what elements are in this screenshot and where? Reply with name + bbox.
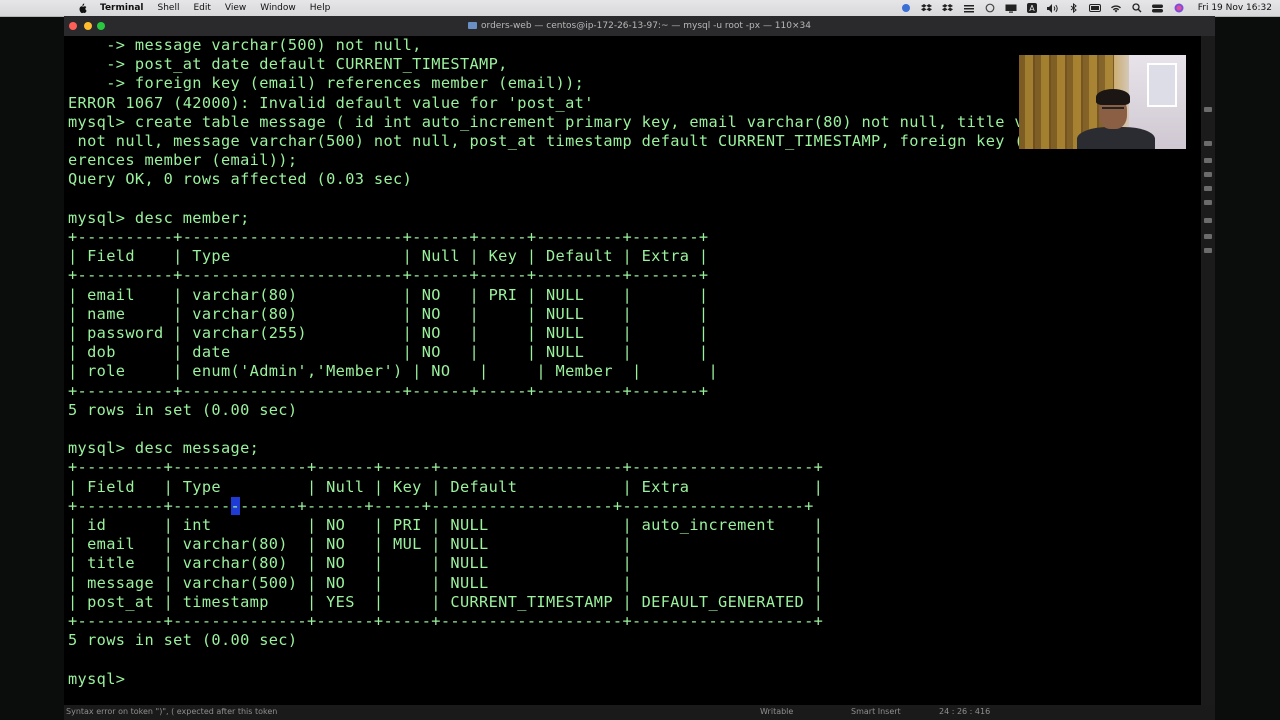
gutter-marker bbox=[1204, 141, 1212, 146]
terminal-line: | email | varchar(80) | NO | PRI | NULL … bbox=[68, 285, 709, 304]
terminal-line: | title | varchar(80) | NO | | NULL | | bbox=[68, 554, 824, 573]
input-source-icon[interactable]: A bbox=[1026, 3, 1038, 13]
gutter-marker bbox=[1204, 248, 1212, 253]
control-center-icon[interactable] bbox=[1152, 3, 1164, 13]
terminal-line: -> post_at date default CURRENT_TIMESTAM… bbox=[68, 55, 508, 74]
terminal-line: +----------+-----------------------+----… bbox=[68, 381, 709, 400]
menu-help[interactable]: Help bbox=[310, 3, 331, 13]
terminal-line: Query OK, 0 rows affected (0.03 sec) bbox=[68, 170, 413, 189]
status-insert-mode: Smart Insert bbox=[851, 707, 901, 716]
terminal-line: | name | varchar(80) | NO | | NULL | | bbox=[68, 304, 709, 323]
terminal-line: | role | enum('Admin','Member') | NO | |… bbox=[68, 362, 719, 381]
terminal-line: not null, message varchar(500) not null,… bbox=[68, 132, 1120, 150]
status-message: Syntax error on token ")", ( expected af… bbox=[66, 707, 278, 716]
text-cursor: - bbox=[230, 496, 241, 515]
terminal-line: | Field | Type | Null | Key | Default | … bbox=[68, 477, 824, 496]
bluetooth-icon[interactable] bbox=[1068, 3, 1080, 13]
terminal-line: | password | varchar(255) | NO | | NULL … bbox=[68, 324, 709, 342]
apple-icon[interactable] bbox=[76, 2, 88, 14]
window-title: orders-web — centos@ip-172-26-13-97:~ — … bbox=[64, 16, 1215, 36]
terminal-line: -> message varchar(500) not null, bbox=[68, 36, 422, 54]
gutter-marker bbox=[1204, 158, 1212, 163]
gutter-marker bbox=[1204, 172, 1212, 177]
terminal-line: +---------+--------------+------+-----+-… bbox=[68, 458, 824, 477]
gutter-marker bbox=[1204, 218, 1212, 223]
terminal-line: ERROR 1067 (42000): Invalid default valu… bbox=[68, 93, 594, 112]
terminal-line: | message | varchar(500) | NO | | NULL |… bbox=[68, 573, 824, 592]
terminal-line: | dob | date | NO | | NULL | | bbox=[68, 343, 709, 362]
gutter-marker bbox=[1204, 200, 1212, 205]
terminal-line: +----------+-----------------------+----… bbox=[68, 266, 709, 285]
menu-edit[interactable]: Edit bbox=[193, 3, 210, 13]
gutter-marker bbox=[1204, 186, 1212, 191]
menu-view[interactable]: View bbox=[225, 3, 246, 13]
terminal-line: | post_at | timestamp | YES | | CURRENT_… bbox=[68, 592, 824, 611]
dropbox-icon[interactable] bbox=[942, 3, 954, 13]
terminal-line: | email | varchar(80) | NO | MUL | NULL … bbox=[68, 535, 824, 554]
webcam-person-hair bbox=[1096, 89, 1130, 105]
terminal-line: mysql> desc message; bbox=[68, 439, 260, 458]
display-icon[interactable] bbox=[1005, 3, 1017, 13]
gutter-marker bbox=[1204, 107, 1212, 112]
webcam-window bbox=[1147, 63, 1177, 107]
menu-bar: Terminal Shell Edit View Window Help A F… bbox=[0, 0, 1280, 17]
terminal-line: erences member (email)); bbox=[68, 151, 298, 170]
svg-text:A: A bbox=[1029, 4, 1035, 13]
window-titlebar[interactable]: orders-web — centos@ip-172-26-13-97:~ — … bbox=[64, 16, 1215, 36]
terminal-line: | Field | Type | Null | Key | Default | … bbox=[68, 247, 709, 266]
terminal-line: +---------+--------------+------+-----+-… bbox=[68, 612, 824, 630]
scroll-gutter[interactable] bbox=[1201, 36, 1215, 705]
menu-terminal[interactable]: Terminal bbox=[100, 3, 144, 13]
status-menu-area: A Fri 19 Nov 16:32 bbox=[900, 0, 1272, 16]
siri-icon[interactable] bbox=[1173, 3, 1185, 13]
terminal-line: 5 rows in set (0.00 sec) bbox=[68, 631, 298, 650]
terminal-line: 5 rows in set (0.00 sec) bbox=[68, 400, 298, 419]
menu-bar-clock[interactable]: Fri 19 Nov 16:32 bbox=[1198, 3, 1272, 13]
bars-icon[interactable] bbox=[963, 3, 975, 13]
terminal-line: mysql> desc member; bbox=[68, 208, 250, 227]
gutter-marker bbox=[1204, 234, 1212, 239]
terminal-line: mysql> create table message ( id int aut… bbox=[68, 112, 1120, 131]
window-title-text: orders-web — centos@ip-172-26-13-97:~ — … bbox=[481, 21, 811, 31]
spotlight-icon[interactable] bbox=[1131, 3, 1143, 13]
wifi-icon[interactable] bbox=[1110, 3, 1122, 13]
menu-window[interactable]: Window bbox=[260, 3, 296, 13]
pin-icon[interactable] bbox=[900, 3, 912, 13]
status-cursor-position: 24 : 26 : 416 bbox=[939, 707, 991, 716]
volume-icon[interactable] bbox=[1047, 3, 1059, 13]
editor-status-bar: Syntax error on token ")", ( expected af… bbox=[64, 705, 1215, 720]
terminal-line-rest: ------+------+-----+-------------------+… bbox=[240, 496, 814, 515]
webcam-person-glasses bbox=[1102, 107, 1124, 113]
terminal-line: +---------+-------------+------+-----+--… bbox=[68, 496, 814, 515]
terminal-line: mysql> bbox=[68, 669, 135, 688]
webcam-person-body bbox=[1077, 127, 1155, 149]
terminal-line: | id | int | NO | PRI | NULL | auto_incr… bbox=[68, 516, 824, 534]
circle-icon[interactable] bbox=[984, 3, 996, 13]
menu-shell[interactable]: Shell bbox=[158, 3, 180, 13]
terminal-line: -> foreign key (email) references member… bbox=[68, 74, 585, 93]
battery-icon[interactable] bbox=[1088, 3, 1101, 13]
terminal-line: +----------+-----------------------+----… bbox=[68, 228, 709, 246]
status-writable: Writable bbox=[760, 707, 794, 716]
folder-icon bbox=[468, 22, 478, 29]
webcam-overlay bbox=[1019, 55, 1186, 149]
dropbox-icon[interactable] bbox=[921, 3, 933, 13]
